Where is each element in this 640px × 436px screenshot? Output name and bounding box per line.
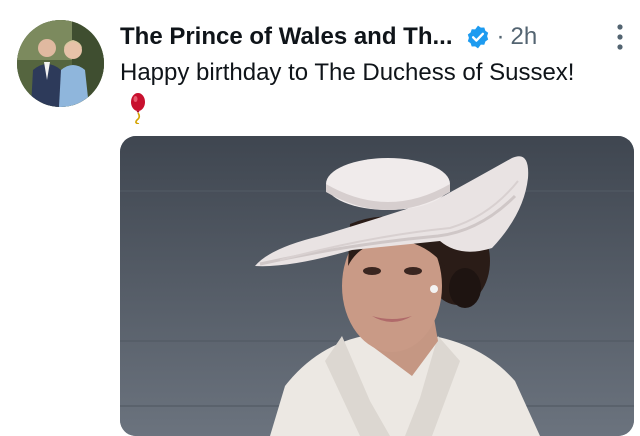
tweet-text: Happy birthday to The Duchess of Sussex! (120, 56, 580, 124)
tweet-photo[interactable] (120, 136, 634, 436)
more-options-icon[interactable] (616, 23, 624, 51)
tweet-text-content: Happy birthday to The Duchess of Sussex! (120, 59, 575, 86)
verified-badge-icon (467, 25, 488, 49)
tweet-header: The Prince of Wales and Th... · 2h (120, 19, 626, 55)
balloon-emoji-icon (131, 92, 145, 124)
separator-dot: · (496, 23, 505, 50)
author-name[interactable]: The Prince of Wales and Th... (120, 23, 453, 51)
timestamp[interactable]: 2h (511, 23, 538, 51)
avatar[interactable] (17, 20, 104, 107)
